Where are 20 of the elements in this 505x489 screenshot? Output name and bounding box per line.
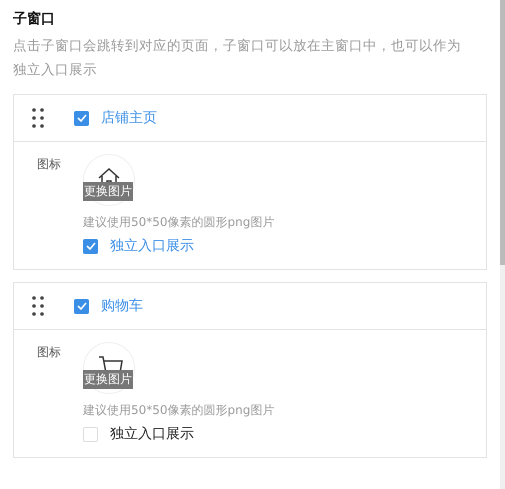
standalone-label: 独立入口展示: [110, 237, 194, 255]
check-icon: [76, 302, 86, 310]
check-icon: [76, 114, 86, 122]
window-name: 店铺主页: [101, 109, 157, 127]
drag-handle-icon[interactable]: [32, 296, 44, 316]
check-icon: [86, 242, 96, 250]
replace-image-button[interactable]: 更换图片: [83, 370, 133, 389]
window-name: 购物车: [101, 297, 143, 315]
checkbox[interactable]: [74, 298, 89, 314]
drag-handle-icon[interactable]: [32, 108, 44, 128]
replace-image-button[interactable]: 更换图片: [83, 182, 133, 201]
section-description: 点击子窗口会跳转到对应的页面，子窗口可以放在主窗口中，也可以作为独立入口展示: [13, 37, 462, 80]
section-title: 子窗口: [13, 10, 56, 29]
checkbox[interactable]: [74, 110, 89, 126]
icon-label: 图标: [37, 344, 61, 361]
icon-label: 图标: [37, 156, 61, 173]
hint-text: 建议使用50*50像素的圆形png图片: [83, 214, 274, 231]
checkbox[interactable]: [83, 238, 98, 254]
standalone-label: 独立入口展示: [110, 425, 194, 443]
hint-text: 建议使用50*50像素的圆形png图片: [83, 402, 274, 419]
